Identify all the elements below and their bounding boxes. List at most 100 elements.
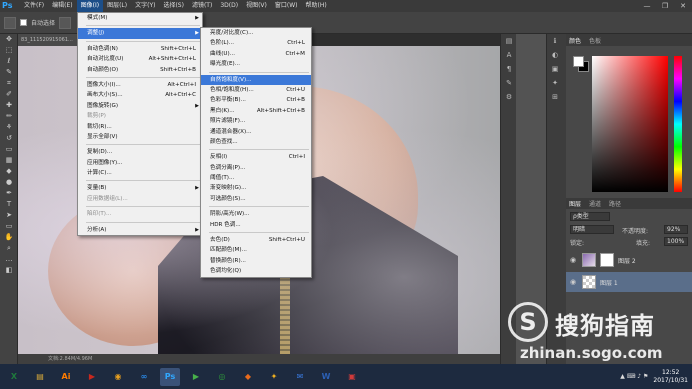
layer-kind-filter[interactable]: ρ类型: [570, 212, 610, 221]
image-menu-item[interactable]: 显示全部(V): [78, 132, 202, 142]
image-menu-item[interactable]: 自动对比度(U) Alt+Shift+Ctrl+L: [78, 54, 202, 64]
ie-icon[interactable]: ◎: [212, 368, 232, 386]
baidu-icon[interactable]: ∞: [134, 368, 154, 386]
chart-app-icon[interactable]: ▣: [342, 368, 362, 386]
adjust-menu-item[interactable]: 颜色查找...: [201, 137, 311, 147]
lasso-tool-icon[interactable]: ℓ: [0, 56, 18, 67]
shape-tool-icon[interactable]: ▭: [0, 221, 18, 232]
image-menu-item[interactable]: 图像大小(I)... Alt+Ctrl+I: [78, 80, 202, 90]
close-icon[interactable]: ✕: [674, 0, 692, 12]
adjust-menu-item[interactable]: 色彩平衡(B)... Ctrl+B: [201, 95, 311, 105]
excel-icon[interactable]: X: [4, 368, 24, 386]
adjust-menu-item[interactable]: 阴影/高光(W)...: [201, 209, 311, 219]
image-menu-item[interactable]: 复制(D)...: [78, 147, 202, 157]
info-icon[interactable]: ℹ: [547, 34, 563, 48]
image-menu-item[interactable]: 分析(A) ▶: [78, 225, 202, 235]
clone-stamp-icon[interactable]: ⚘: [0, 122, 18, 133]
menu-image[interactable]: 图像(I): [76, 0, 104, 12]
image-menu-item[interactable]: 计算(C)...: [78, 168, 202, 178]
menu-edit[interactable]: 编辑(E): [48, 0, 76, 12]
image-menu-item[interactable]: 调整(J) ▶: [78, 28, 202, 39]
browser-icon[interactable]: ◉: [108, 368, 128, 386]
marquee-tool-icon[interactable]: ⬚: [0, 45, 18, 56]
adjust-menu-item[interactable]: 色阶(L)... Ctrl+L: [201, 38, 311, 48]
history-icon[interactable]: ▤: [501, 34, 517, 48]
visibility-eye-icon[interactable]: ◉: [570, 278, 578, 286]
menu-type[interactable]: 文字(Y): [131, 0, 159, 12]
adjust-menu-item[interactable]: 色相/饱和度(H)... Ctrl+U: [201, 85, 311, 95]
adjust-menu-item[interactable]: 黑白(K)... Alt+Shift+Ctrl+B: [201, 106, 311, 116]
properties-icon[interactable]: ⚙: [501, 90, 517, 104]
adjust-menu-item[interactable]: 去色(D) Shift+Ctrl+U: [201, 235, 311, 245]
adjust-menu-item[interactable]: 曲线(U)... Ctrl+M: [201, 49, 311, 59]
blend-mode-select[interactable]: 明暗: [570, 225, 614, 234]
image-menu-item[interactable]: 自动颜色(O) Shift+Ctrl+B: [78, 65, 202, 75]
tab-paths[interactable]: 路径: [609, 199, 621, 208]
eyedropper-icon[interactable]: ✐: [0, 89, 18, 100]
foreground-color-swatch[interactable]: [573, 56, 584, 67]
tray-icons[interactable]: ▲ ⌨ ♪ ⚑: [620, 373, 648, 380]
image-menu-item[interactable]: 应用图像(Y)...: [78, 158, 202, 168]
adjust-menu-item[interactable]: 亮度/对比度(C)...: [201, 28, 311, 38]
saturation-value-field[interactable]: [592, 56, 668, 192]
layer-row[interactable]: ◉ 图层 1: [566, 272, 692, 292]
word-icon[interactable]: W: [316, 368, 336, 386]
menu-3d[interactable]: 3D(D): [216, 0, 242, 12]
healing-brush-icon[interactable]: ✚: [0, 100, 18, 111]
color-swatches-icon[interactable]: ◧: [0, 265, 18, 276]
menu-help[interactable]: 帮助(H): [302, 0, 331, 12]
move-tool-icon[interactable]: [4, 16, 16, 29]
hand-tool-icon[interactable]: ✋: [0, 232, 18, 243]
layer-row[interactable]: ◉ 图层 2: [566, 250, 692, 270]
paragraph-icon[interactable]: ¶: [501, 62, 517, 76]
navigator-icon[interactable]: ⊞: [547, 90, 563, 104]
pen-tool-icon[interactable]: ✒: [0, 188, 18, 199]
image-menu-item[interactable]: 自动色调(N) Shift+Ctrl+L: [78, 44, 202, 54]
adjust-menu-item[interactable]: 照片滤镜(F)...: [201, 116, 311, 126]
image-menu-item[interactable]: 变量(B) ▶: [78, 183, 202, 193]
media-player-icon[interactable]: ▶: [82, 368, 102, 386]
menu-filter[interactable]: 滤镜(T): [188, 0, 216, 12]
play-store-icon[interactable]: ▶: [186, 368, 206, 386]
opacity-input[interactable]: 92%: [664, 225, 688, 234]
photoshop-icon[interactable]: Ps: [160, 367, 180, 386]
menu-select[interactable]: 选择(S): [159, 0, 188, 12]
hue-slider[interactable]: [674, 56, 682, 192]
adjust-menu-item[interactable]: 反相(I) Ctrl+I: [201, 152, 311, 162]
tab-swatches[interactable]: 色板: [589, 36, 601, 45]
auto-select-checkbox[interactable]: [20, 19, 27, 26]
path-select-icon[interactable]: ➤: [0, 210, 18, 221]
image-menu-item[interactable]: 模式(M) ▶: [78, 13, 202, 23]
adjustments-icon[interactable]: ◐: [547, 48, 563, 62]
adjust-menu-item[interactable]: 通道混合器(X)...: [201, 127, 311, 137]
minimize-icon[interactable]: —: [638, 0, 656, 12]
menu-layer[interactable]: 图层(L): [103, 0, 131, 12]
fill-input[interactable]: 100%: [664, 237, 688, 246]
adjust-menu-item[interactable]: 阈值(T)...: [201, 173, 311, 183]
more-tools-icon[interactable]: …: [0, 254, 18, 265]
app-icon[interactable]: ✦: [264, 368, 284, 386]
menu-view[interactable]: 视图(V): [242, 0, 271, 12]
adjust-menu-item[interactable]: 可选颜色(S)...: [201, 194, 311, 204]
adjust-menu-item[interactable]: 替换颜色(R)...: [201, 256, 311, 266]
tab-layers[interactable]: 图层: [569, 199, 581, 208]
tab-channels[interactable]: 通道: [589, 199, 601, 208]
character-icon[interactable]: A: [501, 48, 517, 62]
layer-mask-thumbnail[interactable]: [600, 253, 614, 267]
styles-icon[interactable]: ✦: [547, 76, 563, 90]
crop-tool-icon[interactable]: ⌗: [0, 78, 18, 89]
menu-file[interactable]: 文件(F): [20, 0, 48, 12]
explorer-icon[interactable]: ▤: [30, 368, 50, 386]
menu-window[interactable]: 窗口(W): [271, 0, 302, 12]
gradient-tool-icon[interactable]: ▦: [0, 155, 18, 166]
quick-select-icon[interactable]: ✎: [0, 67, 18, 78]
illustrator-icon[interactable]: Ai: [56, 368, 76, 386]
adjust-menu-item[interactable]: HDR 色调...: [201, 220, 311, 230]
brush-settings-icon[interactable]: ✎: [501, 76, 517, 90]
tool-icon[interactable]: ◆: [238, 368, 258, 386]
move-tool-icon[interactable]: ✥: [0, 34, 18, 45]
eraser-icon[interactable]: ▭: [0, 144, 18, 155]
adjust-menu-item[interactable]: 匹配颜色(M)...: [201, 245, 311, 255]
visibility-eye-icon[interactable]: ◉: [570, 256, 578, 264]
adjust-menu-item[interactable]: 曝光度(E)...: [201, 59, 311, 69]
